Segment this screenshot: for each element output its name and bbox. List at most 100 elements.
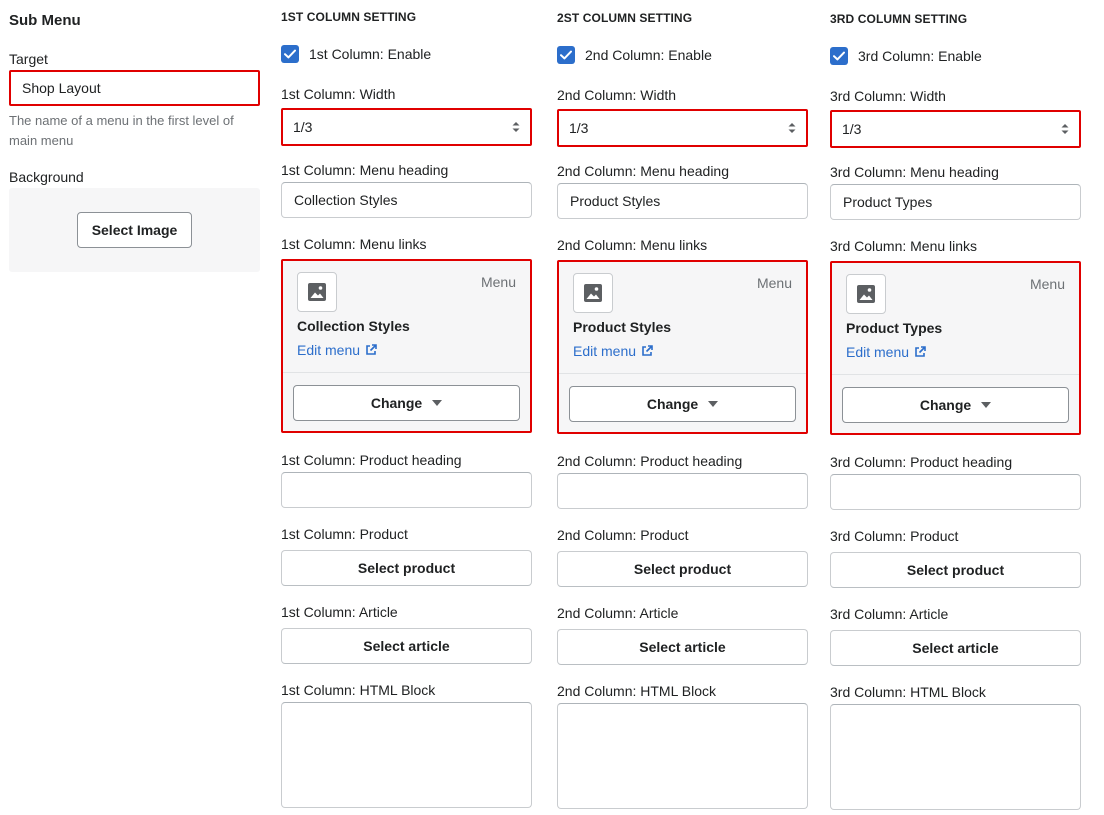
background-image-dropzone: Select Image [9, 188, 260, 272]
column-enable-row[interactable]: 1st Column: Enable [281, 44, 431, 64]
width-label: 3rd Column: Width [830, 88, 946, 104]
select-product-button[interactable]: Select product [281, 550, 532, 586]
image-icon [308, 283, 326, 301]
target-help-text: The name of a menu in the first level of… [9, 113, 234, 148]
change-label: Change [646, 396, 699, 412]
target-input[interactable]: Shop Layout [9, 70, 260, 106]
sub-menu-title: Sub Menu [9, 12, 81, 29]
menu-name: Product Types [846, 320, 943, 336]
html-block-textarea[interactable] [557, 703, 808, 809]
select-image-button[interactable]: Select Image [77, 212, 192, 248]
change-menu-button[interactable]: Change [569, 386, 796, 422]
change-label: Change [919, 397, 972, 413]
edit-menu-label: Edit menu [573, 343, 637, 359]
image-icon [857, 285, 875, 303]
target-label: Target [9, 51, 48, 67]
width-label: 2nd Column: Width [557, 87, 677, 103]
column-enable-row[interactable]: 2nd Column: Enable [557, 45, 712, 65]
checkmark-icon [284, 49, 296, 59]
select-arrows-icon [1061, 124, 1069, 134]
menu-heading-input[interactable]: Collection Styles [281, 182, 532, 218]
menu-heading-label: 3rd Column: Menu heading [830, 164, 999, 180]
caret-down-icon [981, 402, 992, 408]
select-article-button[interactable]: Select article [281, 628, 532, 664]
menu-thumbnail [573, 273, 613, 313]
html-block-textarea[interactable] [830, 704, 1081, 810]
product-heading-input[interactable] [830, 474, 1081, 510]
column-heading: 3RD COLUMN SETTING [830, 12, 968, 26]
menu-thumbnail [297, 272, 337, 312]
enable-checkbox[interactable] [557, 46, 575, 64]
select-article-button[interactable]: Select article [557, 629, 808, 665]
edit-menu-label: Edit menu [297, 342, 361, 358]
select-product-button[interactable]: Select product [830, 552, 1081, 588]
width-select[interactable]: 1/3 [281, 108, 532, 146]
article-label: 2nd Column: Article [557, 605, 679, 621]
product-heading-input[interactable] [281, 472, 532, 508]
external-link-icon [915, 346, 926, 357]
width-label: 1st Column: Width [281, 86, 396, 102]
menu-card-divider [832, 374, 1079, 375]
edit-menu-link[interactable]: Edit menu [846, 344, 926, 360]
select-product-button[interactable]: Select product [557, 551, 808, 587]
menu-type-label: Menu [756, 275, 792, 291]
menu-type-label: Menu [480, 274, 516, 290]
change-label: Change [370, 395, 423, 411]
menu-links-label: 1st Column: Menu links [281, 236, 427, 252]
menu-type-label: Menu [1029, 276, 1065, 292]
product-heading-label: 3rd Column: Product heading [830, 454, 1013, 470]
edit-menu-label: Edit menu [846, 344, 910, 360]
enable-checkbox[interactable] [281, 45, 299, 63]
html-block-label: 3rd Column: HTML Block [830, 684, 986, 700]
menu-heading-label: 2nd Column: Menu heading [557, 163, 730, 179]
html-block-label: 2nd Column: HTML Block [557, 683, 716, 699]
change-menu-button[interactable]: Change [842, 387, 1069, 423]
width-select-value: 1/3 [842, 121, 862, 137]
enable-label: 3rd Column: Enable [858, 48, 982, 64]
width-select[interactable]: 1/3 [830, 110, 1081, 148]
product-label: 3rd Column: Product [830, 528, 959, 544]
enable-label: 2nd Column: Enable [585, 47, 712, 63]
change-menu-button[interactable]: Change [293, 385, 520, 421]
menu-name: Product Styles [573, 319, 672, 335]
menu-thumbnail [846, 274, 886, 314]
product-label: 1st Column: Product [281, 526, 408, 542]
menu-links-card: Menu Product Types Edit menu Change [830, 261, 1081, 435]
article-label: 1st Column: Article [281, 604, 398, 620]
column-heading: 2ST COLUMN SETTING [557, 11, 693, 25]
column-heading: 1ST COLUMN SETTING [281, 10, 417, 24]
menu-heading-label: 1st Column: Menu heading [281, 162, 449, 178]
select-article-button[interactable]: Select article [830, 630, 1081, 666]
edit-menu-link[interactable]: Edit menu [297, 342, 377, 358]
menu-links-card: Menu Product Styles Edit menu Change [557, 260, 808, 434]
menu-card-divider [559, 373, 806, 374]
menu-heading-input[interactable]: Product Types [830, 184, 1081, 220]
product-heading-label: 1st Column: Product heading [281, 452, 462, 468]
background-label: Background [9, 169, 84, 185]
checkmark-icon [560, 50, 572, 60]
html-block-textarea[interactable] [281, 702, 532, 808]
enable-label: 1st Column: Enable [309, 46, 432, 62]
column-enable-row[interactable]: 3rd Column: Enable [830, 46, 982, 66]
checkmark-icon [833, 51, 845, 61]
select-arrows-icon [788, 123, 796, 133]
width-select[interactable]: 1/3 [557, 109, 808, 147]
menu-links-label: 2nd Column: Menu links [557, 237, 708, 253]
product-heading-label: 2nd Column: Product heading [557, 453, 743, 469]
external-link-icon [366, 344, 377, 355]
caret-down-icon [708, 401, 719, 407]
caret-down-icon [432, 400, 443, 406]
width-select-value: 1/3 [569, 120, 589, 136]
image-icon [584, 284, 602, 302]
menu-name: Collection Styles [297, 318, 410, 334]
product-heading-input[interactable] [557, 473, 808, 509]
external-link-icon [642, 345, 653, 356]
html-block-label: 1st Column: HTML Block [281, 682, 436, 698]
edit-menu-link[interactable]: Edit menu [573, 343, 653, 359]
menu-links-label: 3rd Column: Menu links [830, 238, 978, 254]
enable-checkbox[interactable] [830, 47, 848, 65]
width-select-value: 1/3 [293, 119, 313, 135]
select-arrows-icon [512, 122, 520, 132]
product-label: 2nd Column: Product [557, 527, 689, 543]
menu-heading-input[interactable]: Product Styles [557, 183, 808, 219]
